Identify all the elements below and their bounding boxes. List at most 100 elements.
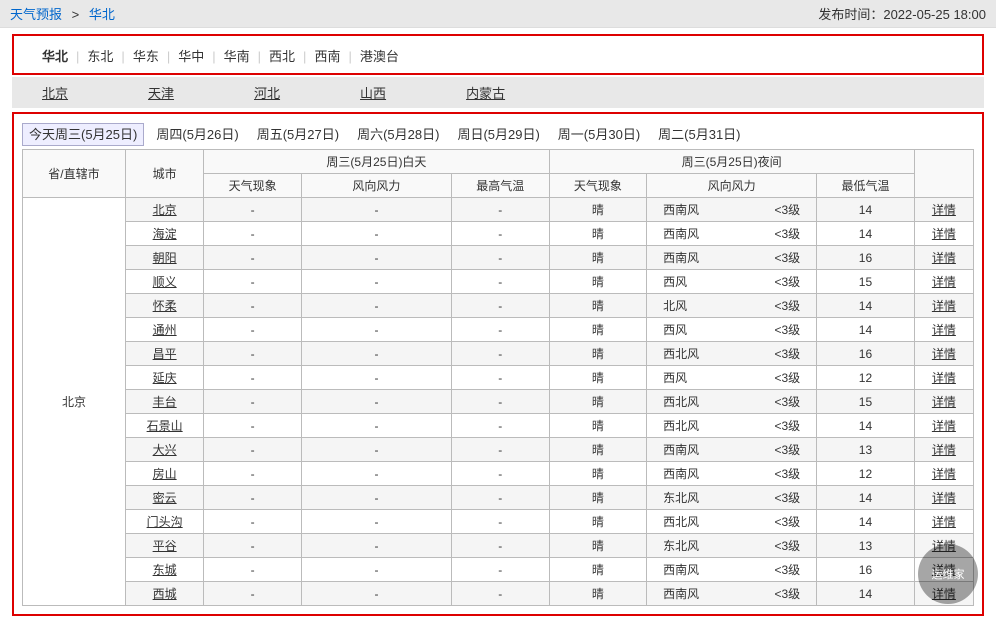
night-low: 14 xyxy=(817,582,915,606)
region-tab[interactable]: 华中 xyxy=(170,47,212,66)
city-link[interactable]: 东城 xyxy=(153,563,177,577)
region-tab[interactable]: 西北 xyxy=(261,47,303,66)
day-cell: - xyxy=(204,534,302,558)
night-low: 13 xyxy=(817,438,915,462)
date-tab[interactable]: 周五(5月27日) xyxy=(251,124,345,145)
province-tab[interactable]: 北京 xyxy=(32,82,98,105)
province-tab[interactable]: 河北 xyxy=(244,82,310,105)
wind-direction: 西北风 xyxy=(653,345,732,362)
city-link[interactable]: 石景山 xyxy=(147,419,183,433)
province-tab[interactable]: 内蒙古 xyxy=(456,82,535,105)
date-tab[interactable]: 周一(5月30日) xyxy=(552,124,646,145)
city-link[interactable]: 顺义 xyxy=(153,275,177,289)
detail-link[interactable]: 详情 xyxy=(932,515,956,529)
night-wind: 西南风<3级 xyxy=(647,462,817,486)
detail-link[interactable]: 详情 xyxy=(932,347,956,361)
city-link[interactable]: 怀柔 xyxy=(153,299,177,313)
detail-link[interactable]: 详情 xyxy=(932,251,956,265)
day-cell: - xyxy=(204,486,302,510)
day-cell: - xyxy=(301,414,451,438)
breadcrumb-root[interactable]: 天气预报 xyxy=(10,7,62,22)
night-wind: 东北风<3级 xyxy=(647,486,817,510)
night-wind: 西南风<3级 xyxy=(647,582,817,606)
detail-link[interactable]: 详情 xyxy=(932,323,956,337)
night-wind: 北风<3级 xyxy=(647,294,817,318)
city-link[interactable]: 昌平 xyxy=(153,347,177,361)
day-cell: - xyxy=(301,534,451,558)
night-low: 14 xyxy=(817,294,915,318)
night-weather: 晴 xyxy=(549,510,647,534)
night-low: 12 xyxy=(817,366,915,390)
day-cell: - xyxy=(451,438,549,462)
day-cell: - xyxy=(204,414,302,438)
wind-level: <3级 xyxy=(732,273,811,290)
night-low: 15 xyxy=(817,390,915,414)
date-tab[interactable]: 周四(5月26日) xyxy=(150,124,244,145)
detail-link[interactable]: 详情 xyxy=(932,227,956,241)
city-link[interactable]: 西城 xyxy=(153,587,177,601)
detail-link[interactable]: 详情 xyxy=(932,203,956,217)
region-tab[interactable]: 华东 xyxy=(125,47,167,66)
breadcrumb-current[interactable]: 华北 xyxy=(89,7,115,22)
city-link[interactable]: 密云 xyxy=(153,491,177,505)
night-low: 15 xyxy=(817,270,915,294)
night-wind: 西南风<3级 xyxy=(647,246,817,270)
night-weather: 晴 xyxy=(549,558,647,582)
wind-direction: 西南风 xyxy=(653,465,732,482)
wind-level: <3级 xyxy=(732,537,811,554)
date-tab[interactable]: 周二(5月31日) xyxy=(652,124,746,145)
detail-link[interactable]: 详情 xyxy=(932,467,956,481)
city-link[interactable]: 通州 xyxy=(153,323,177,337)
day-cell: - xyxy=(204,558,302,582)
table-row: 西城---晴西南风<3级14详情 xyxy=(23,582,974,606)
day-cell: - xyxy=(204,246,302,270)
region-tab[interactable]: 港澳台 xyxy=(352,47,407,66)
date-tab[interactable]: 周日(5月29日) xyxy=(451,124,545,145)
wind-level: <3级 xyxy=(732,201,811,218)
night-weather: 晴 xyxy=(549,222,647,246)
region-tab[interactable]: 华北 xyxy=(34,47,76,66)
night-wind: 西风<3级 xyxy=(647,270,817,294)
city-link[interactable]: 北京 xyxy=(153,203,177,217)
city-link[interactable]: 平谷 xyxy=(153,539,177,553)
day-cell: - xyxy=(451,318,549,342)
night-weather: 晴 xyxy=(549,438,647,462)
province-tab[interactable]: 山西 xyxy=(350,82,416,105)
day-cell: - xyxy=(204,342,302,366)
city-link[interactable]: 房山 xyxy=(153,467,177,481)
wind-direction: 西南风 xyxy=(653,249,732,266)
night-wind: 东北风<3级 xyxy=(647,534,817,558)
region-tab[interactable]: 华南 xyxy=(216,47,258,66)
day-cell: - xyxy=(301,510,451,534)
day-cell: - xyxy=(301,390,451,414)
detail-link[interactable]: 详情 xyxy=(932,491,956,505)
city-link[interactable]: 延庆 xyxy=(153,371,177,385)
detail-link[interactable]: 详情 xyxy=(932,419,956,433)
day-cell: - xyxy=(204,366,302,390)
city-link[interactable]: 海淀 xyxy=(153,227,177,241)
day-cell: - xyxy=(204,318,302,342)
wind-level: <3级 xyxy=(732,321,811,338)
detail-link[interactable]: 详情 xyxy=(932,371,956,385)
detail-link[interactable]: 详情 xyxy=(932,299,956,313)
city-link[interactable]: 朝阳 xyxy=(153,251,177,265)
wind-direction: 西南风 xyxy=(653,201,732,218)
date-tab[interactable]: 周六(5月28日) xyxy=(351,124,445,145)
night-wind: 西风<3级 xyxy=(647,318,817,342)
region-tab[interactable]: 西南 xyxy=(306,47,348,66)
detail-link[interactable]: 详情 xyxy=(932,395,956,409)
day-cell: - xyxy=(451,414,549,438)
city-link[interactable]: 大兴 xyxy=(153,443,177,457)
city-link[interactable]: 门头沟 xyxy=(147,515,183,529)
detail-link[interactable]: 详情 xyxy=(932,443,956,457)
province-tab[interactable]: 天津 xyxy=(138,82,204,105)
detail-link[interactable]: 详情 xyxy=(932,275,956,289)
day-cell: - xyxy=(301,558,451,582)
region-tab[interactable]: 东北 xyxy=(79,47,121,66)
date-tab[interactable]: 今天周三(5月25日) xyxy=(22,123,144,146)
day-cell: - xyxy=(301,270,451,294)
city-link[interactable]: 丰台 xyxy=(153,395,177,409)
day-cell: - xyxy=(451,486,549,510)
col-detail xyxy=(914,150,973,198)
night-low: 16 xyxy=(817,342,915,366)
